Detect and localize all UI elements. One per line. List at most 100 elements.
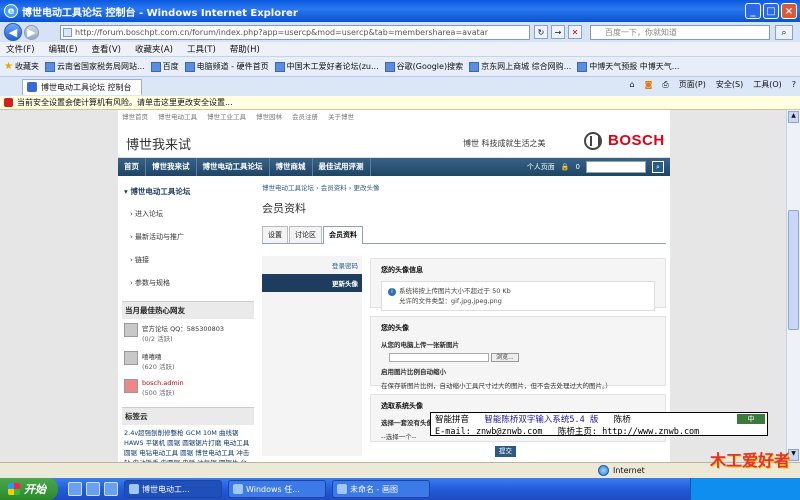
star-icon: ★ — [4, 61, 13, 72]
tab-settings[interactable]: 设置 — [262, 226, 288, 243]
topnav-item[interactable]: 博世园林 — [256, 111, 282, 121]
quicklaunch-icon[interactable] — [86, 482, 100, 496]
favorites-button[interactable]: ★ 收藏夹 — [4, 61, 39, 72]
scroll-thumb[interactable] — [788, 210, 799, 330]
stop-icon[interactable]: ✕ — [568, 25, 582, 39]
security-infobar[interactable]: 当前安全设置会使计算机有风险。请单击这里更改安全设置... — [0, 96, 800, 110]
sidebar-item-enter[interactable]: › 进入论坛 — [122, 203, 254, 226]
menu-help[interactable]: 帮助(H) — [230, 43, 260, 55]
submit-button[interactable]: 提交 — [495, 446, 516, 457]
sidebar-item-specs[interactable]: › 参数与规格 — [122, 272, 254, 295]
nav-reviews[interactable]: 最佳试用评测 — [313, 158, 371, 176]
site-search-icon[interactable]: ⌕ — [652, 161, 664, 173]
browse-button[interactable]: 浏览... — [491, 353, 519, 362]
tags-title: 标签云 — [122, 407, 254, 425]
ime-mode-badge[interactable]: 中 — [737, 414, 765, 424]
menu-view[interactable]: 查看(V) — [92, 43, 121, 55]
minimize-icon[interactable]: _ — [745, 3, 761, 19]
command-tools[interactable]: 工具(O) — [753, 79, 782, 90]
quick-launch — [68, 482, 118, 496]
tab-profile[interactable]: 会员资料 — [323, 226, 363, 244]
quicklaunch-icon[interactable] — [104, 482, 118, 496]
taskbar-item[interactable]: 未命名 - 画图 — [332, 480, 430, 498]
tag-cloud[interactable]: 2.4v超强刨削修整枪 GCM 10M 曲线锯 HAWS 平锯机 圆锯 圆锯锯片… — [122, 425, 254, 462]
scroll-up-icon[interactable]: ▲ — [788, 111, 799, 123]
file-input[interactable] — [389, 353, 489, 362]
nav-forum[interactable]: 博世电动工具论坛 — [197, 158, 270, 176]
sidebar-item-events[interactable]: › 最新活动与推广 — [122, 226, 254, 249]
topnav-item[interactable]: 博世电动工具 — [158, 111, 197, 121]
command-page[interactable]: 页面(P) — [679, 79, 706, 90]
site-title[interactable]: 博世我来试 — [126, 134, 191, 153]
favorite-item[interactable]: 电脑频道 - 硬件首页 — [184, 61, 269, 72]
help-icon[interactable]: ? — [792, 80, 796, 89]
browser-tab[interactable]: 博世电动工具论坛 控制台 — [22, 78, 142, 95]
address-row: ◀ ▶ http://forum.boschpt.com.cn/forum/in… — [0, 22, 800, 42]
favorite-item[interactable]: 百度 — [150, 61, 179, 72]
forward-icon[interactable]: ▶ — [24, 24, 39, 40]
close-icon[interactable]: × — [781, 3, 797, 19]
helper-item[interactable]: 嘻嘻嘻 (620 活跃) — [122, 347, 254, 375]
favorite-item[interactable]: 云南省国家税务局网站... — [44, 61, 145, 72]
menu-file[interactable]: 文件(F) — [6, 43, 35, 55]
system-tray — [690, 478, 800, 500]
breadcrumb[interactable]: 博世电动工具论坛 › 会员资料 › 更改头像 — [262, 182, 666, 192]
helper-item[interactable]: bosch.admin (500 活跃) — [122, 375, 254, 401]
avatar — [124, 351, 138, 365]
bosch-logo[interactable]: BOSCH — [608, 132, 665, 149]
favorite-item[interactable]: 中博天气预报 中博天气... — [577, 61, 679, 72]
security-zone[interactable]: Internet — [598, 465, 645, 476]
user-center-link[interactable]: 个人页面 — [527, 162, 555, 172]
site-icon — [384, 61, 395, 72]
sidebar-heading[interactable]: ▾ 博世电动工具论坛 — [122, 182, 254, 203]
nav-trial[interactable]: 博世我来试 — [146, 158, 197, 176]
vertical-scrollbar[interactable]: ▲ ▼ — [786, 110, 800, 462]
command-safety[interactable]: 安全(S) — [716, 79, 743, 90]
helper-item[interactable]: 官方论坛 QQ：585300803 (0/2 活跃) — [122, 319, 254, 347]
sidebar-item-links[interactable]: › 链接 — [122, 249, 254, 272]
subnav-avatar[interactable]: 更新头像 — [262, 274, 362, 292]
menu-edit[interactable]: 编辑(E) — [49, 43, 78, 55]
search-input[interactable]: 百度一下，你就知道 — [590, 25, 770, 40]
start-button[interactable]: 开始 — [0, 478, 58, 500]
ime-line-2: E-mail: znwb@znwb.com 陈桥主页: http://www.z… — [435, 427, 700, 437]
ime-toolbar[interactable]: 智能拼音 智能陈桥双字输入系统5.4 版 陈桥 E-mail: znwb@znw… — [430, 412, 768, 437]
maximize-icon[interactable]: □ — [763, 3, 779, 19]
taskbar-item[interactable]: 博世电动工... — [124, 480, 222, 498]
back-icon[interactable]: ◀ — [4, 23, 22, 41]
home-icon[interactable]: ⌂ — [630, 80, 635, 89]
menu-favorites[interactable]: 收藏夹(A) — [135, 43, 173, 55]
slogan: 博世 科技成就生活之美 — [463, 139, 546, 148]
taskbar-item[interactable]: Windows 任... — [228, 480, 326, 498]
site-icon — [44, 61, 55, 72]
rss-icon[interactable]: ◙ — [645, 80, 653, 89]
ime-line-1: 智能拼音 智能陈桥双字输入系统5.4 版 陈桥 — [435, 415, 631, 425]
topnav-item[interactable]: 博世工业工具 — [207, 111, 246, 121]
favorites-bar: ★ 收藏夹 云南省国家税务局网站... 百度 电脑频道 - 硬件首页 中国木工爱好… — [0, 56, 800, 76]
tab-forum[interactable]: 讨论区 — [289, 226, 322, 243]
subnav-password[interactable]: 登录密码 — [262, 256, 362, 274]
quicklaunch-icon[interactable] — [68, 482, 82, 496]
resize-desc: 在保存新图片比例，自动缩小工具尺寸过大的图片，但不会去处理过大的图片。） — [381, 382, 612, 390]
topnav-item[interactable]: 会员注册 — [292, 111, 318, 121]
main-nav: 首页 博世我来试 博世电动工具论坛 博世商城 最佳试用评测 个人页面 🔒 0 ⌕ — [118, 158, 670, 176]
topnav-item[interactable]: 博世首页 — [122, 111, 148, 121]
nav-home[interactable]: 首页 — [118, 158, 146, 176]
topnav-item[interactable]: 关于博世 — [328, 111, 354, 121]
go-icon[interactable]: → — [551, 25, 565, 39]
info-icon: i — [388, 288, 396, 296]
favorite-item[interactable]: 谷歌(Google)搜索 — [384, 61, 463, 72]
search-icon[interactable]: ⌕ — [775, 25, 793, 40]
favorite-item[interactable]: 京东网上商城 综合网购... — [469, 61, 571, 72]
menu-tools[interactable]: 工具(T) — [187, 43, 216, 55]
upload-row: 从您的电脑上传一张新图片 — [381, 341, 459, 349]
favorite-item[interactable]: 中国木工爱好者论坛(zu... — [274, 61, 379, 72]
print-icon[interactable]: ⎙ — [662, 80, 668, 90]
site-icon — [577, 61, 588, 72]
taskbar: 开始 博世电动工... Windows 任... 未命名 - 画图 — [0, 478, 800, 500]
refresh-icon[interactable]: ↻ — [534, 25, 548, 39]
nav-store[interactable]: 博世商城 — [270, 158, 313, 176]
site-search-input[interactable] — [586, 161, 646, 173]
address-input[interactable]: http://forum.boschpt.com.cn/forum/index.… — [60, 25, 530, 40]
site-icon — [274, 61, 285, 72]
